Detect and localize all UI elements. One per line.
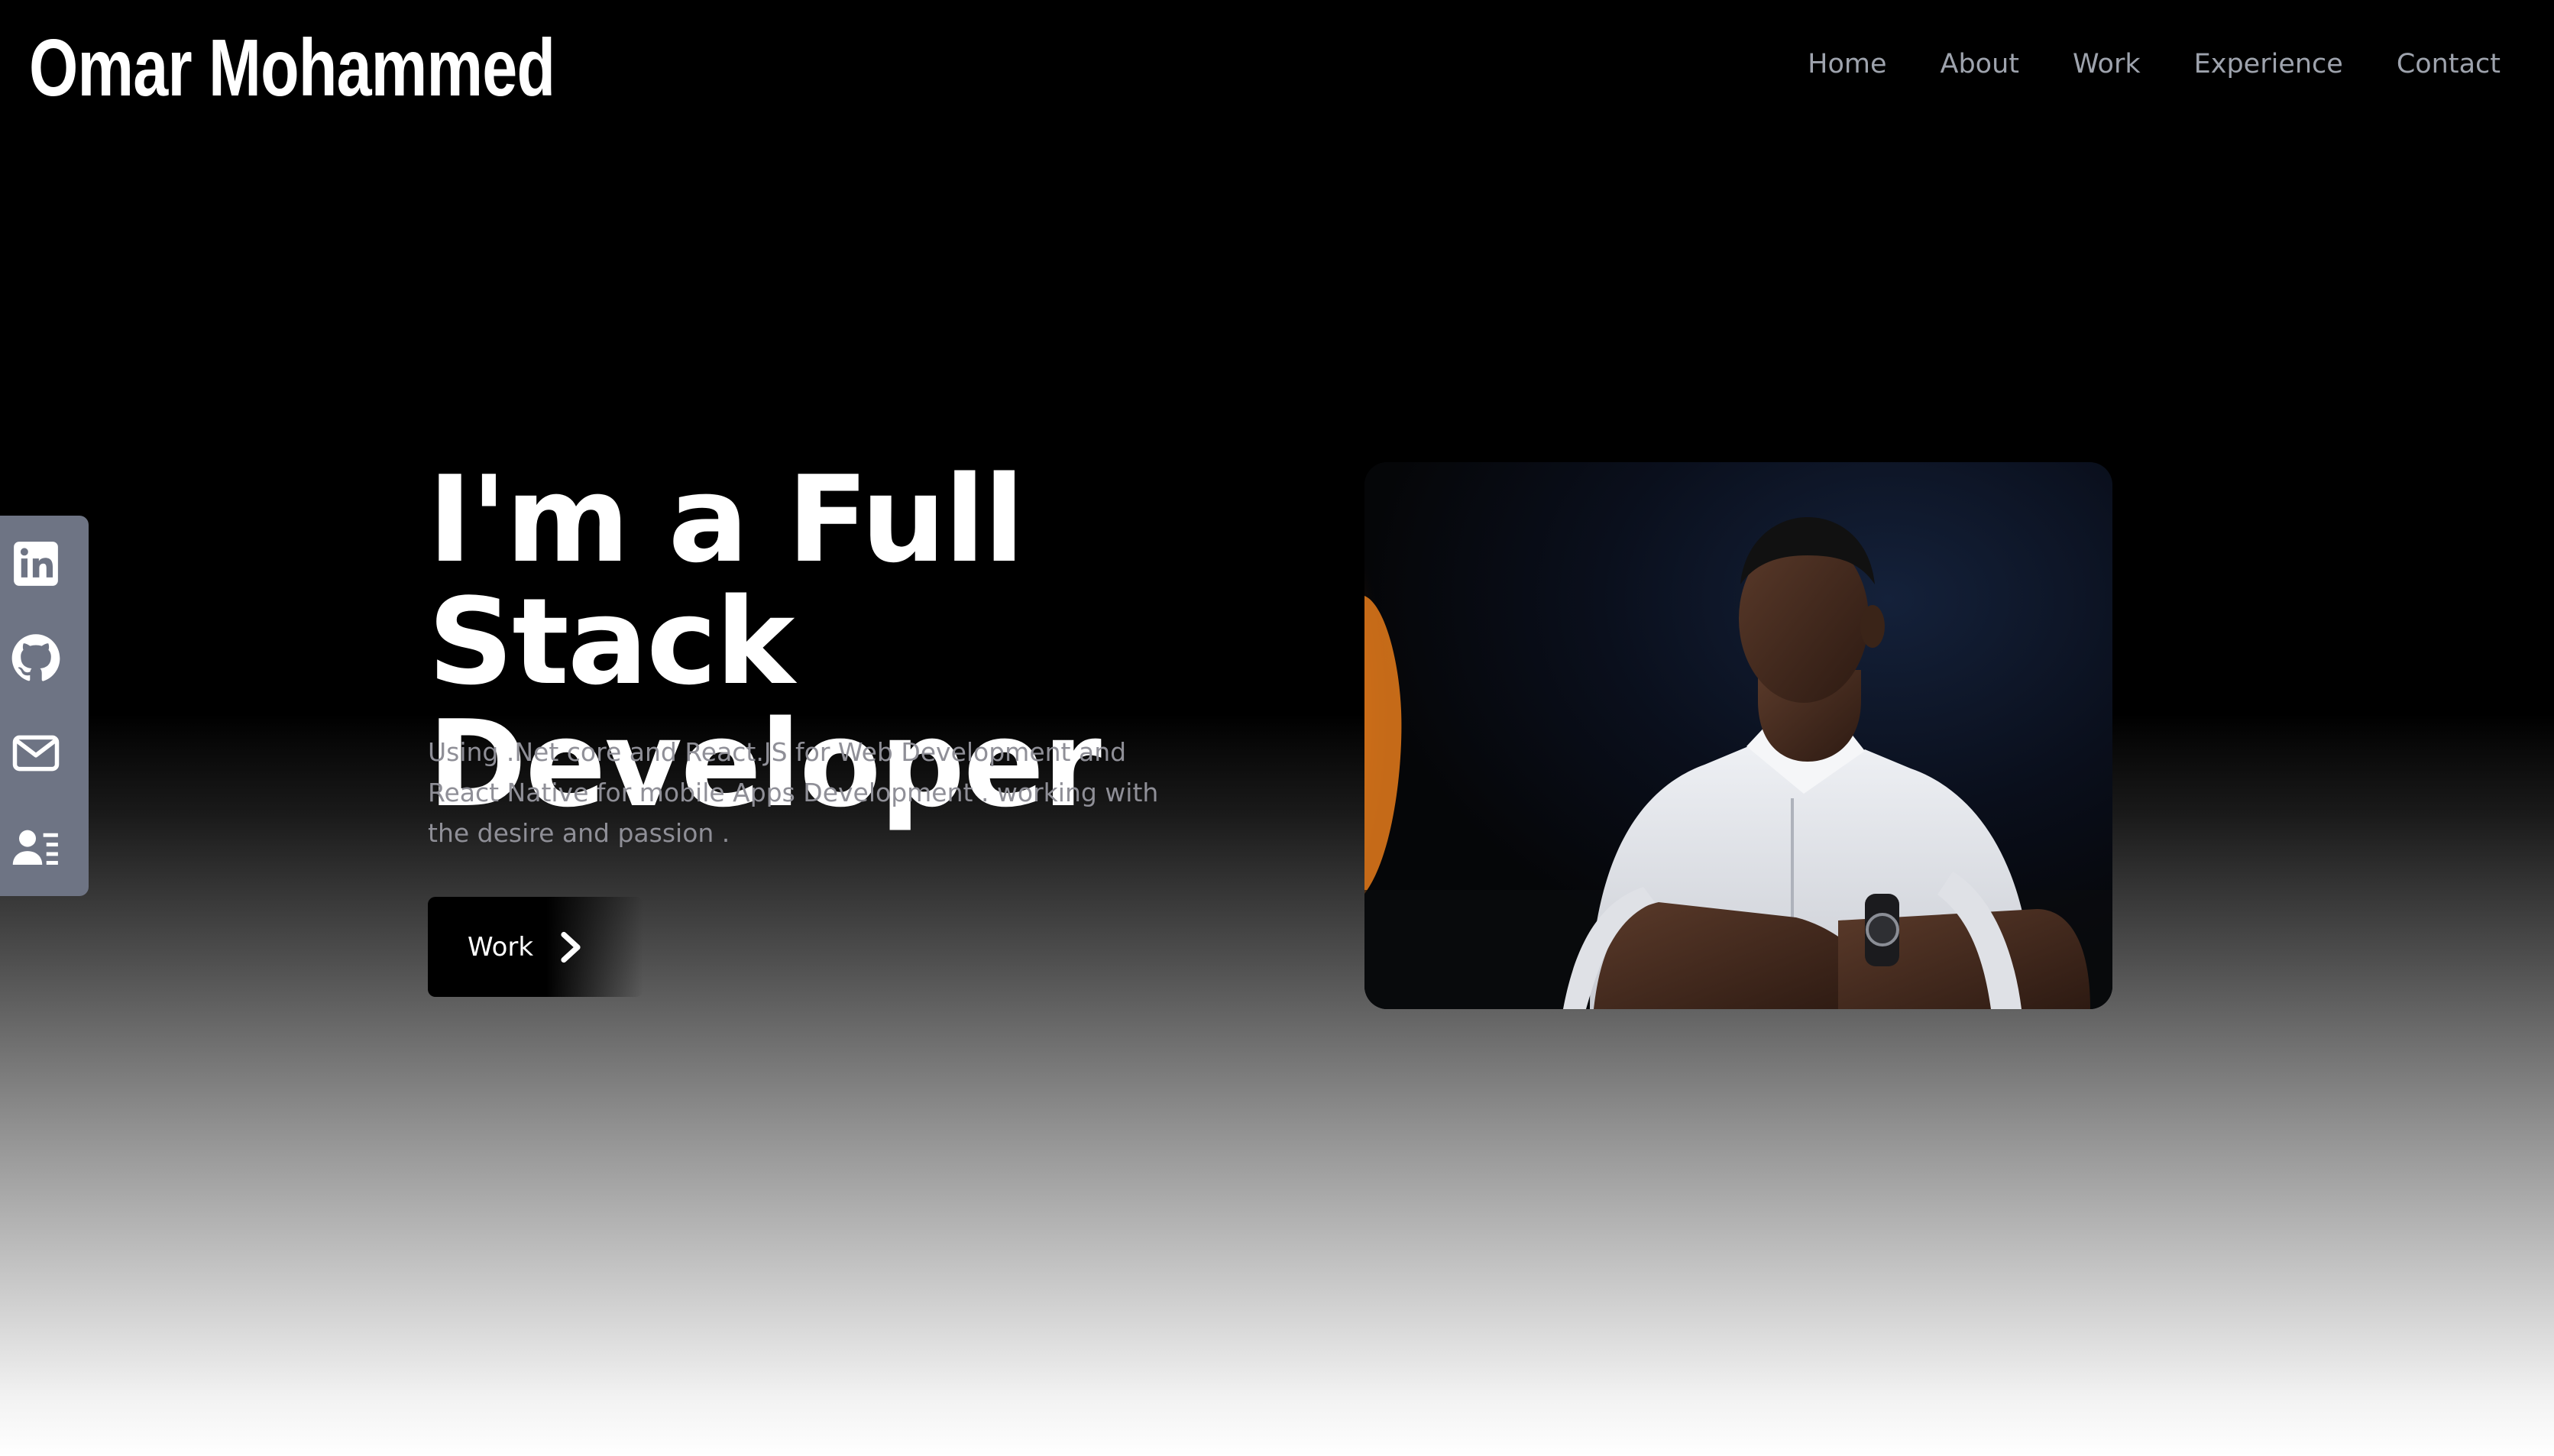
nav-link-home[interactable]: Home (1808, 49, 1886, 79)
hero-title-line-1: I'm a Full Stack (428, 450, 1025, 711)
profile-photo (1364, 462, 2112, 1009)
hero-subtitle: Using .Net core and React.JS for Web Dev… (428, 737, 1159, 848)
site-logo[interactable]: Omar Mohammed (29, 21, 555, 115)
linkedin-icon (14, 542, 58, 586)
nav-item-about: About (1941, 46, 2019, 83)
nav-link-contact[interactable]: Contact (2397, 49, 2501, 79)
email-link[interactable] (11, 728, 61, 778)
nav-link-experience[interactable]: Experience (2194, 49, 2343, 79)
work-button-label: Work (468, 931, 534, 963)
resume-link[interactable] (11, 823, 61, 873)
nav-link-about[interactable]: About (1941, 49, 2019, 79)
social-sidebar (0, 516, 89, 896)
nav-link-work[interactable]: Work (2073, 49, 2141, 79)
nav-item-work: Work (2073, 46, 2141, 83)
mail-icon (12, 735, 60, 772)
chevron-right-icon (561, 931, 581, 963)
profile-photo-image (1364, 462, 2112, 1009)
nav-item-home: Home (1808, 46, 1886, 83)
work-button[interactable]: Work (428, 897, 643, 997)
contact-card-icon (12, 830, 58, 865)
main-nav: Home About Work Experience Contact (1808, 46, 2501, 83)
nav-item-experience: Experience (2194, 46, 2343, 83)
linkedin-link[interactable] (11, 539, 61, 589)
github-link[interactable] (11, 633, 61, 683)
github-icon (11, 634, 60, 681)
nav-item-contact: Contact (2397, 46, 2501, 83)
